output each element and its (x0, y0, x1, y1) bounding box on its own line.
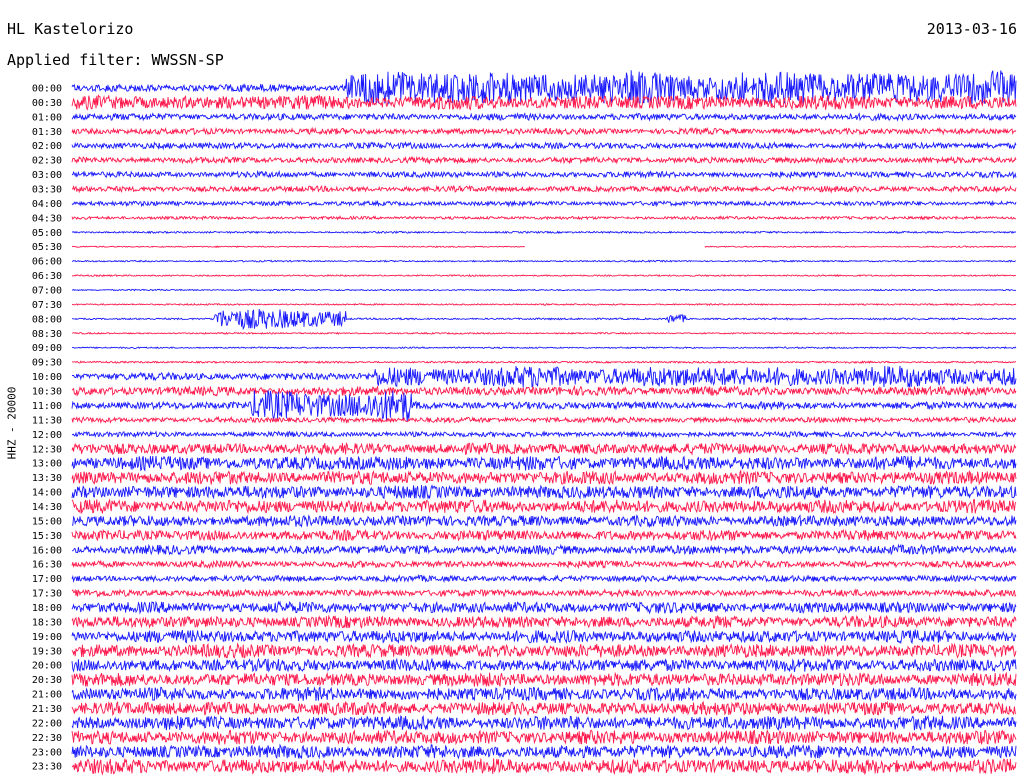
trace-row (71, 588, 1017, 599)
trace-row (71, 729, 1017, 746)
row-time-label: 07:00 (32, 286, 62, 297)
trace-row (71, 155, 1017, 165)
trace-row (71, 273, 1017, 278)
trace-row (71, 169, 1017, 180)
row-time-label: 09:00 (32, 343, 62, 354)
row-time-label: 11:00 (32, 401, 62, 412)
row-time-label: 18:30 (32, 617, 62, 628)
row-time-label: 01:00 (32, 112, 62, 123)
trace-row (71, 288, 1017, 292)
trace-row (71, 600, 1017, 615)
trace-row (71, 743, 1017, 760)
row-time-label: 06:30 (32, 271, 62, 282)
trace-row (71, 484, 1017, 501)
row-time-label: 14:00 (32, 488, 62, 499)
row-time-label: 19:30 (32, 646, 62, 657)
trace-row (71, 559, 1017, 570)
trace-row (71, 230, 1017, 235)
trace-row (71, 430, 1017, 439)
row-time-label: 22:00 (32, 718, 62, 729)
row-time-label: 22:30 (32, 733, 62, 744)
trace-row (71, 671, 1017, 688)
row-time-label: 06:00 (32, 257, 62, 268)
row-time-label: 05:30 (32, 242, 62, 253)
trace-row (71, 365, 1017, 388)
row-time-label: 13:30 (32, 473, 62, 484)
row-time-label: 10:30 (32, 387, 62, 398)
trace-row (71, 514, 1017, 529)
row-time-label: 02:30 (32, 156, 62, 167)
trace-row (71, 758, 1017, 776)
trace-row (71, 360, 1017, 364)
row-time-label: 15:30 (32, 531, 62, 542)
row-time-label: 20:30 (32, 675, 62, 686)
row-time-label: 21:00 (32, 690, 62, 701)
seismogram-plot: 00:00 00:30 01:00 01:30 02:00 02:30 03:00 03:30… (32, 70, 1017, 776)
row-time-label: 09:30 (32, 358, 62, 369)
row-time-label: 11:30 (32, 415, 62, 426)
trace-row (71, 573, 1017, 584)
trace-row (71, 686, 1017, 702)
row-time-label: 12:00 (32, 430, 62, 441)
trace-row (71, 302, 1017, 306)
trace-row (71, 469, 1017, 486)
row-time-label: 01:30 (32, 127, 62, 138)
row-time-label: 16:00 (32, 545, 62, 556)
trace-row (71, 415, 1017, 424)
row-time-label: 05:00 (32, 228, 62, 239)
row-time-label: 02:00 (32, 141, 62, 152)
trace-row (71, 94, 1017, 111)
row-time-label: 03:00 (32, 170, 62, 181)
trace-row (71, 442, 1017, 456)
row-time-label: 20:00 (32, 661, 62, 672)
trace-row (71, 629, 1017, 645)
trace-row (71, 498, 1017, 515)
row-time-label: 03:30 (32, 185, 62, 196)
trace-row (71, 346, 1017, 350)
trace-row (71, 614, 1017, 629)
row-time-label: 13:00 (32, 459, 62, 470)
trace-row (71, 528, 1017, 542)
row-time-label: 04:30 (32, 213, 62, 224)
row-time-label: 08:00 (32, 314, 62, 325)
row-time-label: 08:30 (32, 329, 62, 340)
trace-row (71, 112, 1017, 122)
row-time-label: 07:30 (32, 300, 62, 311)
row-time-label: 04:00 (32, 199, 62, 210)
row-time-label: 18:00 (32, 603, 62, 614)
row-time-label: 23:30 (32, 762, 62, 773)
row-time-label: 00:00 (32, 84, 62, 95)
trace-row (71, 199, 1017, 208)
row-time-label: 10:00 (32, 372, 62, 383)
trace-row (71, 543, 1017, 556)
row-time-label: 15:00 (32, 516, 62, 527)
trace-row (71, 642, 1017, 659)
trace-row (71, 259, 1017, 263)
trace-row (71, 331, 1017, 336)
row-time-label: 21:30 (32, 704, 62, 715)
row-time-label: 12:30 (32, 444, 62, 455)
row-time-label: 17:00 (32, 574, 62, 585)
row-time-label: 00:30 (32, 98, 62, 109)
trace-row (71, 700, 1017, 717)
trace-row (71, 384, 1017, 397)
row-time-label: 16:30 (32, 560, 62, 571)
trace-row (71, 657, 1017, 673)
trace-row (71, 455, 1017, 472)
trace-row (71, 215, 1017, 221)
trace-row (71, 714, 1017, 732)
trace-row (71, 245, 1017, 249)
row-time-label: 17:30 (32, 589, 62, 600)
trace-row (71, 184, 1017, 194)
row-time-label: 23:00 (32, 747, 62, 758)
trace-row (71, 308, 1017, 331)
row-time-label: 19:00 (32, 632, 62, 643)
trace-row (71, 141, 1017, 151)
row-time-label: 14:30 (32, 502, 62, 513)
trace-row (71, 126, 1017, 136)
